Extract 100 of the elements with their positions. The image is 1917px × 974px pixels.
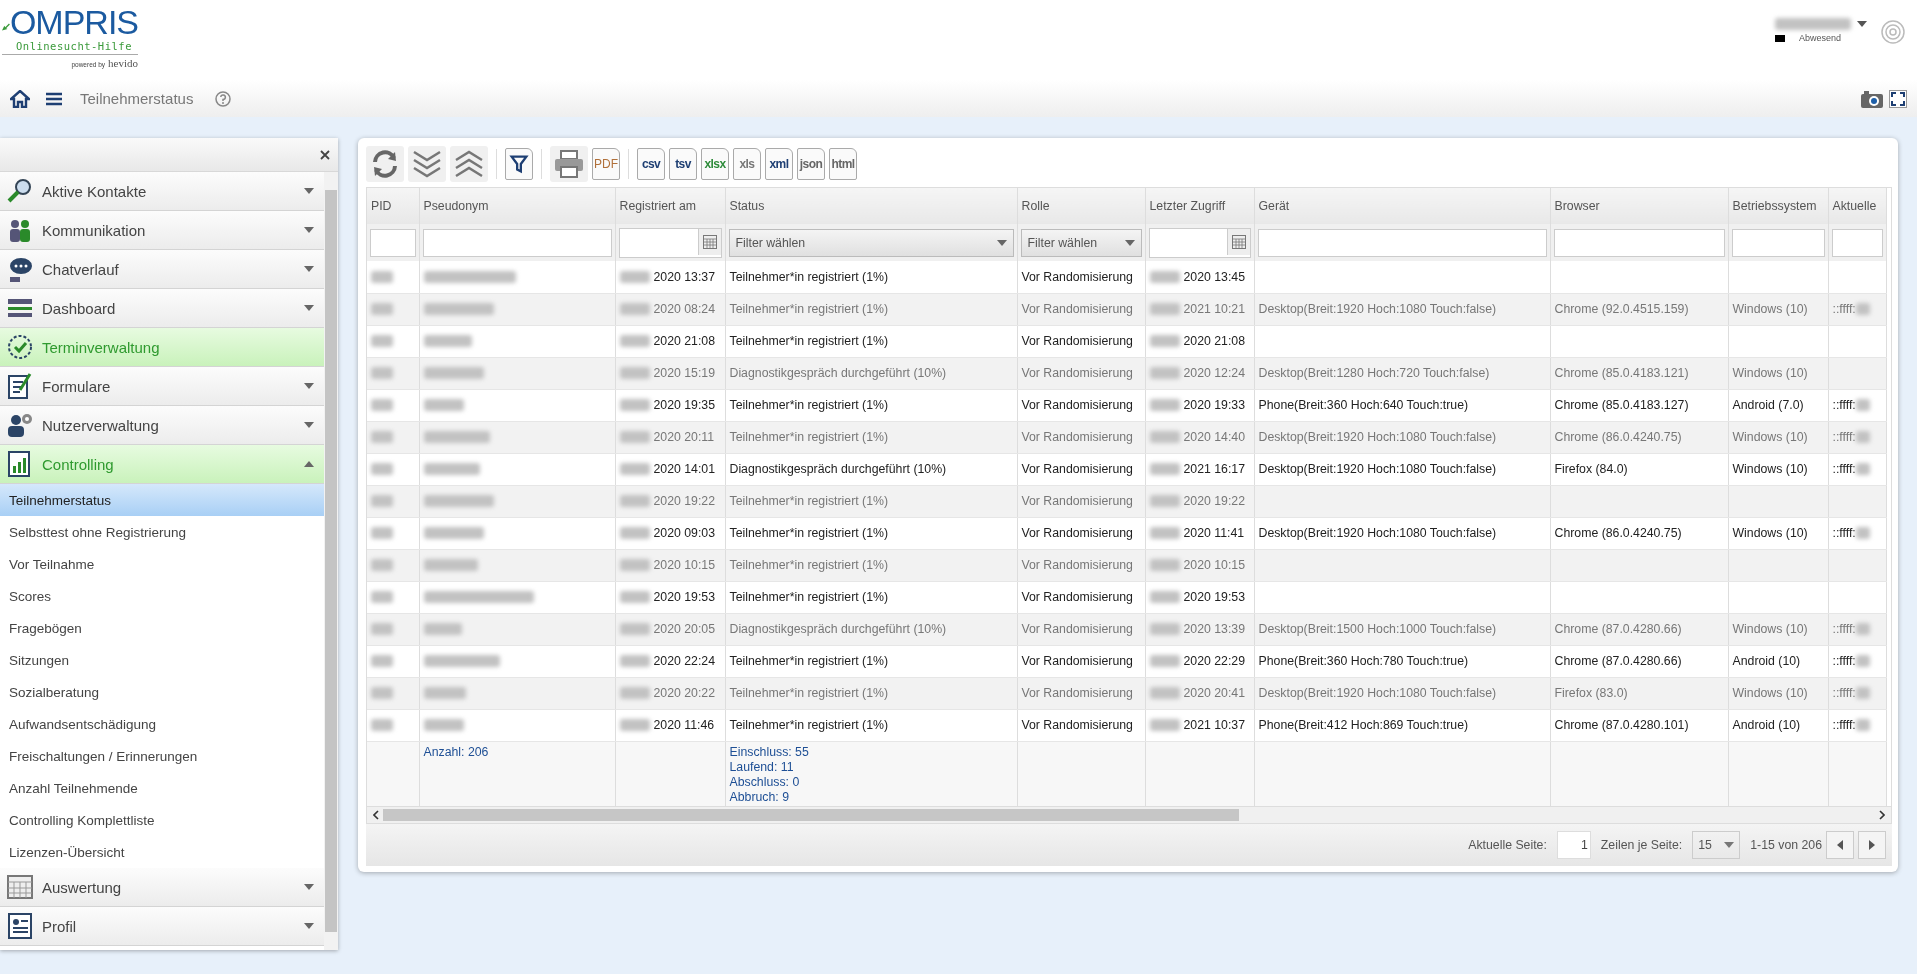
export-button[interactable]: PDF xyxy=(592,148,620,180)
filter-dropdown[interactable]: Filter wählen xyxy=(1020,228,1142,257)
column-header[interactable]: Rolle xyxy=(1017,188,1145,224)
table-cell: 2020 10:15 xyxy=(1183,558,1246,572)
export-button[interactable]: xml xyxy=(765,148,793,180)
sidebar-item[interactable]: Auswertung xyxy=(0,868,324,907)
table-cell: ::ffff: xyxy=(1832,462,1856,476)
table-cell: Desktop(Breit:1920 Hoch:1080 Touch:false) xyxy=(1258,430,1497,444)
filter-field[interactable] xyxy=(370,228,416,257)
expand-all-button[interactable] xyxy=(408,146,446,182)
table-cell: Windows (10) xyxy=(1732,302,1808,316)
filter-button[interactable] xyxy=(505,148,533,180)
column-header[interactable]: Registriert am xyxy=(615,188,725,224)
table-cell: Vor Randomisierung xyxy=(1021,558,1133,572)
redacted-blur xyxy=(1149,687,1180,699)
menu-icon[interactable] xyxy=(46,91,62,106)
redacted-blur xyxy=(371,687,393,699)
calendar-icon[interactable] xyxy=(697,228,721,255)
help-icon[interactable] xyxy=(215,90,232,107)
redacted-blur xyxy=(619,303,650,315)
caret-icon[interactable] xyxy=(1857,21,1867,27)
redacted-blur xyxy=(1149,463,1180,475)
table-cell: 2021 16:17 xyxy=(1183,462,1246,476)
column-header[interactable]: PID xyxy=(367,188,419,224)
export-button[interactable]: xls xyxy=(733,148,761,180)
print-button[interactable] xyxy=(550,146,588,182)
close-icon[interactable] xyxy=(320,149,330,160)
sidebar-item[interactable]: Kommunikation xyxy=(0,211,324,250)
table-cell: ::ffff: xyxy=(1832,654,1856,668)
table-cell: Windows (10) xyxy=(1732,622,1808,636)
sidebar-item[interactable]: Profil xyxy=(0,907,324,946)
column-header[interactable]: Gerät xyxy=(1254,188,1550,224)
horizontal-scrollbar[interactable] xyxy=(366,806,1892,824)
export-button[interactable]: html xyxy=(829,148,857,180)
page-field[interactable]: 1 xyxy=(1556,831,1591,859)
export-button[interactable]: json xyxy=(797,148,825,180)
export-button[interactable]: csv xyxy=(637,148,665,180)
redacted-blur xyxy=(423,399,464,411)
filter-field[interactable] xyxy=(1831,228,1883,257)
column-header[interactable]: Aktuelle xyxy=(1828,188,1886,224)
table-cell: Vor Randomisierung xyxy=(1021,622,1133,636)
filter-dropdown[interactable]: Filter wählen xyxy=(728,228,1014,257)
table-cell: ::ffff: xyxy=(1832,718,1856,732)
column-header[interactable]: Browser xyxy=(1550,188,1728,224)
table-cell: 2020 13:45 xyxy=(1183,269,1246,284)
redacted-blur xyxy=(1855,719,1870,731)
table-cell: 2020 19:53 xyxy=(653,590,716,604)
date-filter-field[interactable] xyxy=(1148,227,1251,258)
rows-per-page-dropdown[interactable]: 15 xyxy=(1692,831,1741,859)
previous-page-button[interactable] xyxy=(1826,831,1854,859)
table-cell: Vor Randomisierung xyxy=(1021,686,1133,700)
table-cell: 2020 14:40 xyxy=(1183,430,1246,444)
scroll-left-icon[interactable] xyxy=(373,810,379,820)
calendar-icon[interactable] xyxy=(1226,228,1250,255)
redacted-blur xyxy=(1149,431,1180,443)
caret-icon xyxy=(1724,842,1735,848)
filter-field[interactable] xyxy=(1731,228,1825,257)
redacted-blur xyxy=(1855,687,1870,699)
table-cell: Teilnehmer*in registriert (1%) xyxy=(729,654,889,668)
redacted-blur xyxy=(371,463,393,475)
filter-field[interactable] xyxy=(1257,228,1547,257)
collapse-all-button[interactable] xyxy=(450,146,488,182)
table-cell: Vor Randomisierung xyxy=(1021,654,1133,668)
count-summary: Anzahl: 206 xyxy=(423,744,490,760)
redacted-blur xyxy=(1149,591,1180,603)
scroll-right-icon[interactable] xyxy=(1879,810,1885,820)
table-cell: Windows (10) xyxy=(1732,430,1808,444)
home-icon[interactable] xyxy=(10,89,30,108)
calendar-icon xyxy=(6,333,34,361)
submenu-item[interactable]: Teilnehmerstatus xyxy=(0,484,324,516)
sidebar-item[interactable]: Formulare xyxy=(0,367,324,406)
table-cell: Phone(Breit:412 Hoch:869 Touch:true) xyxy=(1258,718,1469,732)
column-header[interactable]: Pseudonym xyxy=(419,188,615,224)
table-cell: ::ffff: xyxy=(1832,398,1856,412)
page-range: 1-15 von 206 xyxy=(1750,838,1822,852)
table-cell: Diagnostikgespräch durchgeführt (10%) xyxy=(729,622,947,636)
sidebar-item[interactable]: Aktive Kontakte xyxy=(0,172,324,211)
sidebar-item[interactable]: Chatverlauf xyxy=(0,250,324,289)
sidebar-item[interactable]: Dashboard xyxy=(0,289,324,328)
camera-icon[interactable] xyxy=(1861,89,1883,108)
next-page-button[interactable] xyxy=(1858,831,1886,859)
vertical-scrollbar[interactable] xyxy=(324,172,338,950)
fullscreen-icon[interactable] xyxy=(1889,89,1907,108)
refresh-button[interactable] xyxy=(366,146,404,182)
status-summary: Abschluss: 0 xyxy=(729,774,801,790)
column-header[interactable]: Letzter Zugriff xyxy=(1145,188,1254,224)
column-header[interactable]: Status xyxy=(725,188,1017,224)
column-header[interactable]: Betriebssystem xyxy=(1728,188,1828,224)
date-filter-field[interactable] xyxy=(618,227,722,258)
filter-field[interactable] xyxy=(422,228,612,257)
table-cell: Windows (10) xyxy=(1732,366,1808,380)
export-button[interactable]: tsv xyxy=(669,148,697,180)
table-cell: Phone(Breit:360 Hoch:640 Touch:true) xyxy=(1258,398,1469,412)
filter-field[interactable] xyxy=(1553,228,1725,257)
sidebar-item[interactable]: Nutzerverwaltung xyxy=(0,406,324,445)
redacted-blur xyxy=(1149,527,1180,539)
table-cell: Vor Randomisierung xyxy=(1021,462,1133,476)
export-button[interactable]: xlsx xyxy=(701,148,729,180)
table-cell: Teilnehmer*in registriert (1%) xyxy=(729,302,889,316)
status-square-icon xyxy=(1775,34,1785,42)
